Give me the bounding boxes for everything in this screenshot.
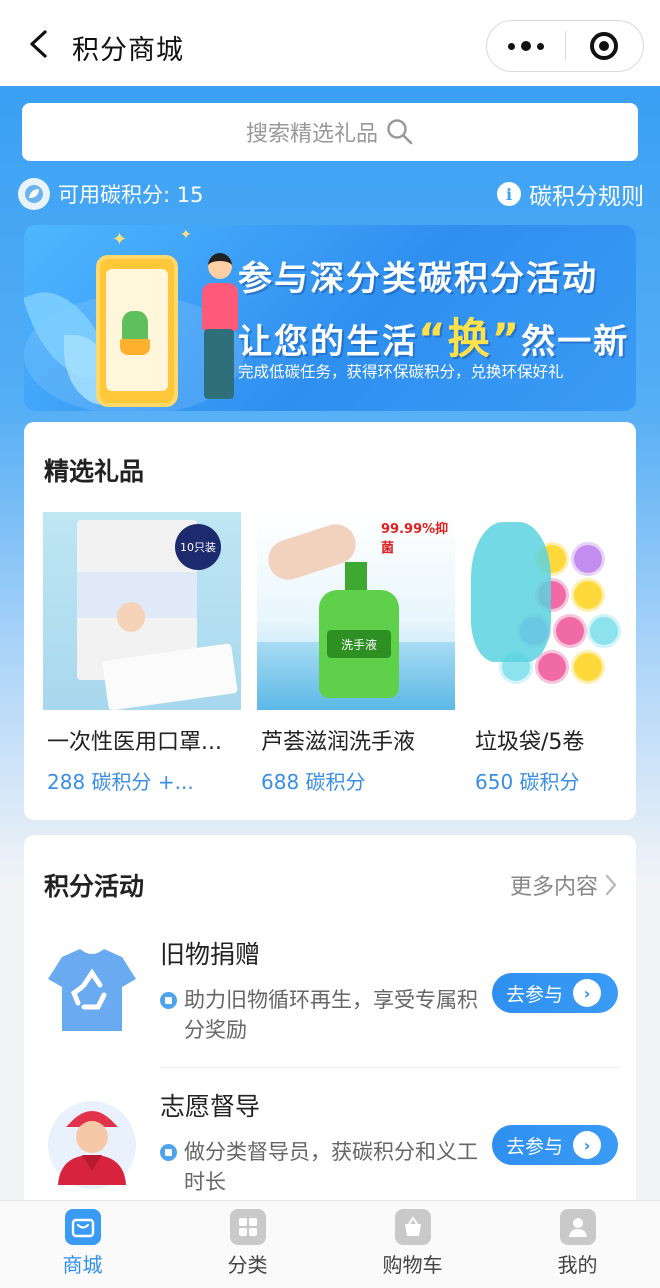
activity-description: 做分类督导员，获碳积分和义工时长	[160, 1137, 480, 1197]
search-icon	[387, 119, 413, 145]
activity-description: 助力旧物循环再生，享受专属积分奖励	[160, 985, 480, 1045]
points-row: 可用碳积分: 15 i 碳积分规则	[18, 174, 644, 214]
volunteer-icon	[44, 1093, 140, 1189]
gift-item[interactable]: 垃圾袋/5卷 650 碳积分	[471, 512, 621, 795]
activity-title: 志愿督导	[160, 1092, 261, 1121]
sparkle-icon: ✦	[112, 229, 128, 250]
more-menu-button[interactable]	[487, 20, 565, 72]
arrow-right-icon: ›	[573, 1131, 602, 1159]
info-icon: i	[497, 182, 521, 206]
gift-item[interactable]: 洗手液 99.99%抑菌 芦荟滋润洗手液 688 碳积分	[257, 512, 455, 795]
join-button[interactable]: 去参与 ›	[492, 1125, 618, 1165]
page-title: 积分商城	[72, 35, 184, 66]
phone-illustration	[96, 255, 178, 407]
points-label: 可用碳积分: 15	[58, 183, 204, 207]
activity-item[interactable]: 旧物捐赠 助力旧物循环再生，享受专属积分奖励 去参与 ›	[24, 929, 636, 1069]
person-illustration	[208, 253, 232, 279]
sparkle-icon: ✦	[180, 227, 192, 243]
top-nav-bar: 积分商城	[0, 0, 660, 86]
close-mini-program-button[interactable]	[566, 20, 644, 72]
chevron-left-icon	[30, 30, 47, 58]
arrow-right-icon: ›	[573, 979, 602, 1007]
category-icon	[229, 1209, 266, 1245]
banner-caption: 完成低碳任务，获得环保碳积分，兑换环保好礼	[238, 363, 564, 381]
search-bar[interactable]: 搜索精选礼品	[22, 103, 638, 161]
quantity-badge: 10只装	[175, 524, 221, 570]
profile-icon	[559, 1209, 596, 1245]
divider	[160, 1067, 620, 1068]
bullet-icon	[160, 1144, 177, 1161]
rules-label: 碳积分规则	[529, 184, 644, 210]
mask-pack-image: 10只装	[43, 512, 241, 710]
target-close-icon	[590, 32, 619, 60]
recycle-shirt-icon	[44, 941, 140, 1037]
join-button[interactable]: 去参与 ›	[492, 973, 618, 1013]
bottom-tab-bar: 商城 分类 购物车 我的	[0, 1200, 660, 1288]
carbon-leaf-icon	[18, 178, 50, 210]
more-label: 更多内容	[509, 875, 598, 900]
gift-name: 垃圾袋/5卷	[475, 730, 585, 755]
section-title: 精选礼品	[44, 457, 145, 486]
points-rules-link[interactable]: i 碳积分规则	[497, 177, 644, 211]
gift-item[interactable]: 10只装 一次性医用口罩... 288 碳积分 +...	[43, 512, 241, 795]
banner-subheadline: 让您的生活“换”然一新	[238, 314, 630, 363]
shop-icon	[64, 1209, 101, 1245]
tab-category[interactable]: 分类	[165, 1201, 330, 1288]
mini-program-capsule	[486, 20, 644, 72]
bottle-label: 洗手液	[327, 630, 391, 658]
cart-icon	[394, 1209, 431, 1245]
cactus-icon	[122, 311, 148, 341]
gift-price: 688 碳积分	[261, 770, 366, 794]
more-content-link[interactable]: 更多内容	[510, 869, 618, 901]
handwash-image: 洗手液 99.99%抑菌	[257, 512, 455, 710]
trash-bags-image	[471, 512, 621, 710]
gift-name: 芦荟滋润洗手液	[261, 730, 416, 755]
more-dots-icon	[507, 42, 515, 50]
chevron-right-icon	[605, 874, 617, 896]
gift-price: 650 碳积分	[475, 770, 580, 794]
back-button[interactable]	[18, 22, 58, 66]
bullet-icon	[160, 992, 177, 1009]
points-activities-card: 积分活动 更多内容 旧物捐赠 助力旧物循环再生，享受专属积分奖励 去参与 › 志…	[24, 835, 636, 1215]
gift-name: 一次性医用口罩...	[47, 730, 222, 755]
activity-title: 旧物捐赠	[160, 940, 261, 969]
featured-gifts-card: 精选礼品 10只装 一次性医用口罩... 288 碳积分 +... 洗手液 99…	[24, 422, 636, 820]
tab-profile[interactable]: 我的	[495, 1201, 660, 1288]
antibacterial-badge: 99.99%抑菌	[381, 522, 449, 556]
promo-banner[interactable]: ✦ ✦ 参与深分类碳积分活动 让您的生活“换”然一新 完成低碳任务，获得环保碳积…	[24, 225, 636, 411]
tab-cart[interactable]: 购物车	[330, 1201, 495, 1288]
tab-shop[interactable]: 商城	[0, 1201, 165, 1288]
search-placeholder: 搜索精选礼品	[245, 122, 378, 147]
gift-price: 288 碳积分 +...	[47, 770, 194, 794]
available-points: 可用碳积分: 15	[18, 178, 203, 210]
section-title: 积分活动	[44, 872, 145, 901]
banner-headline: 参与深分类碳积分活动	[238, 259, 598, 299]
